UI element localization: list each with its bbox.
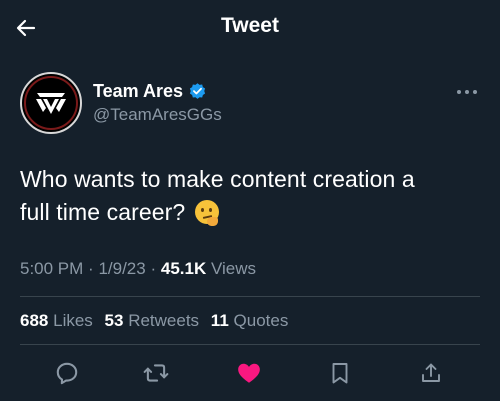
retweet-icon [143,364,169,382]
bookmark-button[interactable] [325,358,355,388]
like-icon [238,363,260,383]
reply-icon [56,362,78,385]
author-name-row[interactable]: Team Ares [93,81,207,102]
page-title: Tweet [221,14,279,37]
action-bar [0,354,500,394]
author-handle[interactable]: @TeamAresGGs [93,105,222,125]
retweets-stat[interactable]: 53 Retweets [105,311,200,330]
tweet-meta: 5:00 PM · 1/9/23 · 45.1K Views [20,259,256,279]
views-label: Views [210,259,257,278]
more-horizontal-icon [457,90,477,94]
more-options-button[interactable] [454,82,480,102]
tweet-text-line-2: full time career? [20,196,490,229]
divider [20,296,480,297]
thinking-face-emoji-icon [194,200,219,226]
tweet-time[interactable]: 5:00 PM [20,259,83,278]
tweet-text-line-1: Who wants to make content creation a [20,166,415,192]
team-ares-logo-icon [24,76,78,130]
views-count: 45.1K [160,259,207,278]
bookmark-icon [332,363,348,384]
retweet-button[interactable] [141,358,171,388]
meta-separator: · [150,259,157,278]
verified-badge-icon [189,83,206,99]
quotes-stat[interactable]: 11 Quotes [211,311,289,330]
like-button[interactable] [234,358,264,388]
share-icon [422,363,440,382]
engagement-stats: 688 Likes 53 Retweets 11 Quotes [20,311,295,331]
reply-button[interactable] [52,358,82,388]
tweet-text-line-2-text: full time career? [20,199,186,225]
avatar[interactable] [20,72,82,134]
divider [20,344,480,345]
tweet-date[interactable]: 1/9/23 [98,259,145,278]
tweet-text: Who wants to make content creation a ful… [20,163,490,229]
top-bar: Tweet [0,0,500,58]
likes-stat[interactable]: 688 Likes [20,311,93,330]
meta-separator: · [88,259,94,278]
author-display-name[interactable]: Team Ares [93,81,183,102]
share-button[interactable] [416,358,446,388]
